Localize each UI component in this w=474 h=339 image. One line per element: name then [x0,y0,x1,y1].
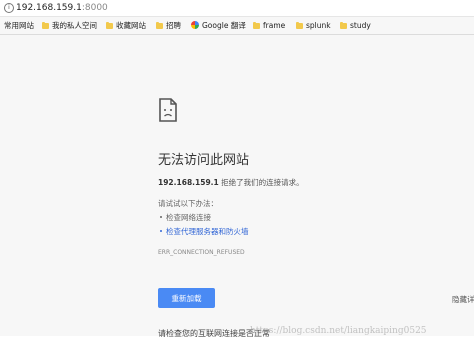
bookmark-splunk[interactable]: splunk [296,17,331,34]
error-host: 192.168.159.1 [158,178,219,187]
bookmark-saved-sites[interactable]: 收藏网站 [106,17,146,34]
hide-details-button[interactable]: 隐藏详 [452,294,474,305]
bookmark-label: 常用网站 [4,21,34,30]
bookmark-label: frame [263,21,286,30]
bookmark-frame[interactable]: frame [253,17,285,34]
bookmark-common-sites[interactable]: 常用网站 [4,17,34,34]
error-code: ERR_CONNECTION_REFUSED [158,249,245,256]
folder-icon [296,22,303,29]
bookmark-google-translate[interactable]: Google 翻译 [191,17,246,34]
bookmark-label: Google 翻译 [202,21,246,30]
error-title: 无法访问此网站 [158,153,250,168]
suggestion-check-proxy-link[interactable]: 检查代理服务器和防火墙 [160,226,249,237]
google-icon [191,21,199,29]
bookmark-label: study [350,21,371,30]
url-host: 192.168.159.1 [16,3,82,13]
folder-icon [42,22,49,29]
bookmark-private-space[interactable]: 我的私人空间 [42,17,97,34]
watermark-text: https://blog.csdn.net/liangkaiping0525 [250,326,427,336]
error-message: 192.168.159.1 拒绝了我们的连接请求。 [158,177,304,188]
url-text[interactable]: 192.168.159.1:8000 [16,0,108,16]
bookmark-label: 我的私人空间 [52,21,97,30]
bookmark-jobs[interactable]: 招聘 [156,17,181,34]
folder-icon [340,22,347,29]
try-label: 请试试以下办法： [158,199,218,208]
folder-icon [253,22,260,29]
info-icon[interactable]: i [4,3,14,13]
bookmarks-bar: 常用网站 我的私人空间 收藏网站 招聘 Google 翻译 frame splu… [0,17,474,35]
suggestion-check-network: 检查网络连接 [160,213,211,222]
sad-document-icon [159,98,177,122]
url-port: :8000 [81,3,108,13]
folder-icon [156,22,163,29]
folder-icon [106,22,113,29]
bookmark-label: 收藏网站 [116,21,146,30]
error-page: 无法访问此网站 192.168.159.1 拒绝了我们的连接请求。 请试试以下办… [0,35,474,338]
bookmark-label: splunk [306,21,331,30]
bookmark-label: 招聘 [166,21,181,30]
reload-button[interactable]: 重新加载 [158,288,215,308]
address-bar[interactable]: i 192.168.159.1:8000 [0,0,474,17]
bookmark-study[interactable]: study [340,17,371,34]
error-message-text: 拒绝了我们的连接请求。 [218,178,304,187]
